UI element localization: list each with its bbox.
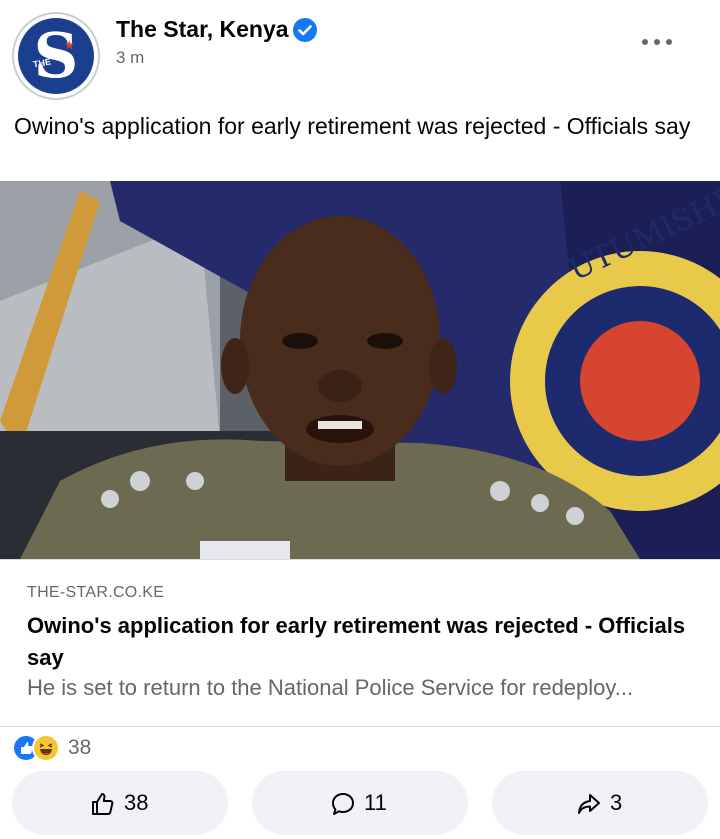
star-logo: S THE ★ bbox=[18, 18, 94, 94]
link-title[interactable]: Owino's application for early retirement… bbox=[27, 610, 687, 674]
post-header: S THE ★ The Star, Kenya 3 m bbox=[0, 0, 720, 108]
more-options-icon[interactable] bbox=[640, 28, 674, 58]
article-photo[interactable]: UTUMISHI bbox=[0, 181, 720, 559]
like-count: 38 bbox=[124, 790, 149, 815]
link-description: He is set to return to the National Poli… bbox=[27, 675, 634, 700]
thumbs-up-icon bbox=[92, 793, 114, 815]
link-preview[interactable]: THE-STAR.CO.KE Owino's application for e… bbox=[0, 559, 720, 727]
share-arrow-icon bbox=[578, 794, 600, 814]
divider bbox=[0, 726, 720, 727]
post-text: Owino's application for early retirement… bbox=[14, 113, 691, 139]
haha-reaction-icon bbox=[32, 734, 60, 762]
verified-badge-icon bbox=[293, 18, 317, 42]
link-domain: THE-STAR.CO.KE bbox=[27, 584, 165, 601]
share-count: 3 bbox=[610, 790, 623, 815]
like-button[interactable]: 38 bbox=[12, 771, 228, 835]
post-timestamp[interactable]: 3 m bbox=[116, 48, 144, 68]
comment-bubble-icon bbox=[332, 793, 354, 815]
page-avatar[interactable]: S THE ★ bbox=[12, 12, 100, 100]
share-button[interactable]: 3 bbox=[492, 771, 708, 835]
reaction-count: 38 bbox=[68, 736, 92, 759]
page-name[interactable]: The Star, Kenya bbox=[116, 16, 289, 43]
comment-count: 11 bbox=[364, 790, 387, 815]
comment-button[interactable]: 11 bbox=[252, 771, 468, 835]
